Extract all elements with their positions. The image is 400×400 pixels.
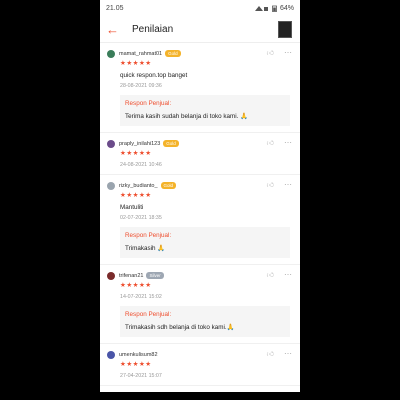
- review-item: umenkulisum82 👍︎ ⋯ ★★★★★ 27-04-2021 15:0…: [100, 344, 300, 386]
- thumbs-up-icon[interactable]: 👍︎: [267, 272, 274, 279]
- rating-stars: ★★★★★: [120, 282, 152, 289]
- reviewer-name[interactable]: mamat_rahmat01: [119, 51, 162, 57]
- more-options-icon[interactable]: ⋯: [284, 181, 293, 189]
- member-badge: Gold: [160, 182, 177, 189]
- more-options-icon[interactable]: ⋯: [284, 271, 293, 279]
- bottom-edge: [100, 392, 300, 400]
- review-item: rizky_budianto_ Gold 👍︎ ⋯ ★★★★★ Mantulit…: [100, 175, 300, 265]
- review-item: trifenan21 Silver 👍︎ ⋯ ★★★★★ 14-07-2021 …: [100, 265, 300, 344]
- page-title: Penilaian: [132, 23, 174, 35]
- avatar[interactable]: [107, 181, 115, 190]
- seller-response-text: Trimakasih sdh belanja di toko kami.🙏: [125, 324, 235, 331]
- seller-response: Respon Penjual: Trimakasih sdh belanja d…: [120, 306, 290, 337]
- status-bar: 21.05 64%: [100, 0, 300, 16]
- review-item: praply_inilahi123 Gold 👍︎ ⋯ ★★★★★ 24-08-…: [100, 133, 300, 175]
- review-item: mamat_rahmat01 Gold 👍︎ ⋯ ★★★★★ quick res…: [100, 43, 300, 133]
- app-screen: 21.05 64% ← Penilaian mamat_rahmat01 Gol…: [100, 0, 300, 400]
- more-options-icon[interactable]: ⋯: [284, 49, 293, 57]
- review-comment: quick respon.top banget: [120, 72, 188, 79]
- review-date: 02-07-2021 18:35: [120, 215, 162, 221]
- more-options-icon[interactable]: ⋯: [284, 139, 293, 147]
- reviewer-name[interactable]: praply_inilahi123: [119, 141, 160, 147]
- product-thumbnail[interactable]: [278, 21, 292, 38]
- rating-stars: ★★★★★: [120, 150, 152, 157]
- thumbs-up-icon[interactable]: 👍︎: [267, 351, 274, 358]
- rating-stars: ★★★★★: [120, 361, 152, 368]
- seller-response-label: Respon Penjual:: [125, 100, 172, 107]
- battery-icon: [272, 5, 277, 12]
- battery-percent: 64%: [279, 4, 294, 12]
- member-badge: Gold: [165, 50, 181, 57]
- rating-stars: ★★★★★: [120, 60, 152, 67]
- avatar[interactable]: [107, 271, 115, 280]
- avatar[interactable]: [107, 49, 115, 58]
- seller-response-text: Terima kasih sudah belanja di toko kami.…: [125, 113, 248, 120]
- status-indicators: 64%: [254, 4, 294, 12]
- seller-response-text: Trimakasih 🙏: [125, 245, 166, 252]
- more-options-icon[interactable]: ⋯: [284, 350, 293, 358]
- reviewer-name[interactable]: trifenan21: [119, 273, 143, 279]
- seller-response: Respon Penjual: Trimakasih 🙏: [120, 227, 290, 258]
- review-date: 27-04-2021 15:07: [120, 373, 162, 379]
- avatar[interactable]: [107, 350, 115, 359]
- seller-response-label: Respon Penjual:: [125, 232, 172, 239]
- seller-response-label: Respon Penjual:: [125, 311, 172, 318]
- signal-icon: [254, 5, 268, 11]
- review-comment: Mantuliti: [120, 204, 144, 211]
- status-time: 21.05: [106, 4, 124, 12]
- app-header: ← Penilaian: [100, 16, 300, 43]
- rating-stars: ★★★★★: [120, 192, 152, 199]
- reviewer-name[interactable]: umenkulisum82: [119, 352, 158, 358]
- avatar[interactable]: [107, 139, 115, 148]
- member-badge: Silver: [146, 272, 164, 279]
- seller-response: Respon Penjual: Terima kasih sudah belan…: [120, 95, 290, 126]
- review-date: 24-08-2021 10:46: [120, 162, 162, 168]
- thumbs-up-icon[interactable]: 👍︎: [267, 50, 274, 57]
- review-date: 14-07-2021 15:02: [120, 294, 162, 300]
- review-date: 28-08-2021 09:36: [120, 83, 162, 89]
- member-badge: Gold: [163, 140, 179, 147]
- back-arrow-icon[interactable]: ←: [106, 23, 124, 36]
- thumbs-up-icon[interactable]: 👍︎: [267, 182, 274, 189]
- thumbs-up-icon[interactable]: 👍︎: [267, 140, 274, 147]
- reviewer-name[interactable]: rizky_budianto_: [119, 183, 158, 189]
